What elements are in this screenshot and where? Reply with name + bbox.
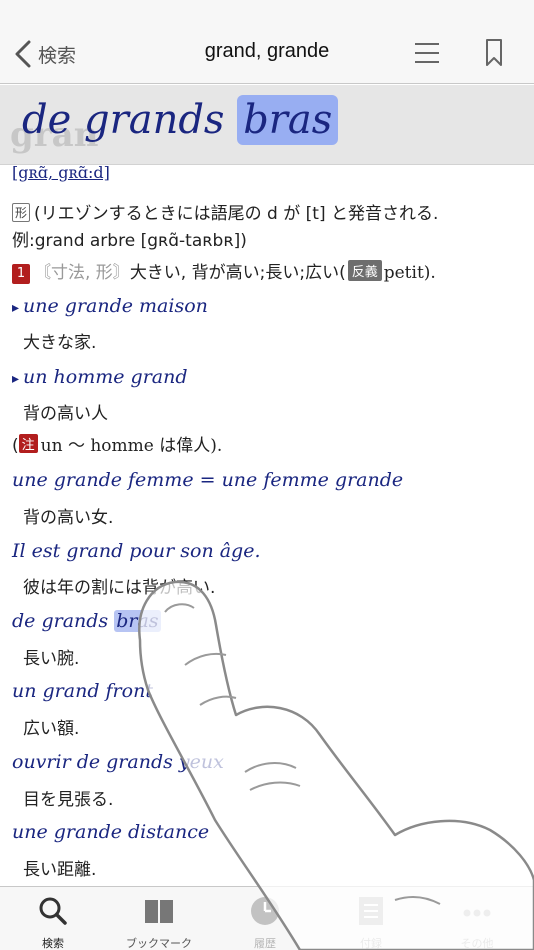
example-translation: 背の高い人 [23, 404, 108, 424]
sense-definition: 1 〘寸法, 形〙大きい, 背が高い;長い;広い(反義 petit). [12, 258, 436, 284]
tab-label: 履歴 [254, 937, 276, 950]
example-translation: 大きな家. [23, 333, 97, 353]
example-phrase[interactable]: une grande distance [12, 821, 209, 843]
sense-text: 大きい, 背が高い;長い;広い( [129, 263, 346, 283]
tab-bookmark[interactable]: ブックマーク [106, 887, 212, 950]
note-text: un 〜 homme は偉人). [40, 436, 223, 456]
tab-appendix[interactable]: 付録 [318, 887, 424, 950]
example-phrase[interactable]: un grand front [12, 680, 153, 702]
example-phrase[interactable]: ▸ une grande maison [12, 295, 208, 317]
tab-history[interactable]: 履歴 [212, 887, 318, 950]
example-translation: 目を見張る. [23, 790, 114, 810]
selected-phrase-banner: gran de grands bras [0, 85, 534, 165]
dictionary-entry[interactable]: [gʀɑ̃, gʀɑ̃:d] 形 (リエゾンするときには語尾の d が [t] と… [0, 166, 534, 886]
book-icon [145, 900, 173, 923]
liaison-example: 例:grand arbre [gʀɑ̃-taʀbʀ]) [12, 231, 247, 251]
example-translation: 長い腕. [23, 649, 80, 669]
selected-word-highlight: bras [114, 610, 161, 632]
liaison-note: 形 (リエゾンするときには語尾の d が [t] と発音される. [12, 199, 438, 224]
tab-label: ブックマーク [126, 937, 192, 950]
usage-note: (注 un 〜 homme は偉人). [12, 434, 223, 456]
tab-search[interactable]: 検索 [0, 887, 106, 950]
pos-tag: 形 [12, 203, 31, 222]
example-phrase-selected[interactable]: de grands bras [12, 610, 161, 632]
tab-label: 付録 [360, 937, 382, 950]
chevron-left-icon [15, 40, 31, 68]
example-phrase[interactable]: une grande femme = une femme grande [12, 469, 403, 491]
search-icon [39, 897, 67, 925]
example-phrase[interactable]: ▸ un homme grand [12, 366, 188, 388]
page-title: grand, grande [204, 40, 330, 62]
usage-label: 〘寸法, 形〙 [34, 263, 130, 283]
menu-icon[interactable] [414, 40, 440, 66]
selected-phrase: de grands bras [22, 95, 339, 145]
pronunciation-link[interactable]: [gʀɑ̃, gʀɑ̃:d] [12, 166, 110, 182]
triangle-icon: ▸ [12, 371, 20, 387]
tab-label: その他 [460, 937, 494, 950]
tab-label: 検索 [42, 937, 64, 950]
example-translation: 背の高い女. [23, 508, 114, 528]
navigation-bar: 検索 grand, grande [0, 0, 534, 84]
example-translation: 広い額. [23, 719, 80, 739]
tab-bar: 検索 ブックマーク 履歴 付録 その他 [0, 886, 534, 950]
more-icon [463, 909, 491, 917]
selected-word-highlight: bras [237, 95, 339, 145]
bookmark-icon[interactable] [484, 38, 504, 68]
example-translation: 彼は年の割には背が高い. [23, 578, 216, 598]
sense-number-badge: 1 [12, 264, 30, 284]
selected-phrase-lead: de grands [22, 97, 238, 143]
triangle-icon: ▸ [12, 300, 20, 316]
back-label: 検索 [38, 44, 77, 67]
example-translation: 長い距離. [23, 860, 97, 880]
antonym-link[interactable]: petit). [384, 263, 436, 283]
example-phrase[interactable]: Il est grand pour son âge. [12, 540, 261, 562]
liaison-note-text: (リエゾンするときには語尾の d が [t] と発音される. [34, 204, 439, 224]
clock-icon [251, 897, 279, 925]
document-icon [359, 897, 383, 925]
tab-more[interactable]: その他 [424, 887, 530, 950]
note-tag: 注 [18, 434, 38, 453]
pronunciation-line: [gʀɑ̃, gʀɑ̃:d] [12, 166, 110, 182]
back-button[interactable]: 検索 [14, 38, 76, 70]
antonym-tag: 反義 [347, 260, 382, 281]
example-phrase[interactable]: ouvrir de grands yeux [12, 751, 224, 773]
